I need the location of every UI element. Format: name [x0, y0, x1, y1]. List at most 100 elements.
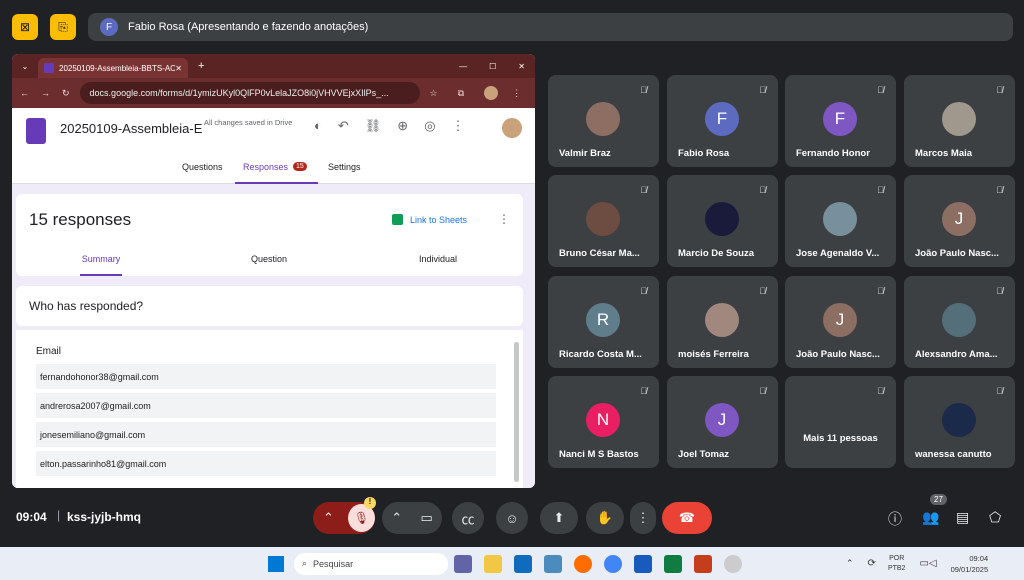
participant-tile[interactable]: 🎙̸ Valmir Braz — [548, 75, 659, 167]
meeting-time: 09:04 — [16, 510, 47, 524]
search-box[interactable]: ⌕ Pesquisar — [294, 552, 448, 575]
language-indicator[interactable]: POR PTB2 — [888, 554, 906, 574]
app-circle-icon[interactable] — [724, 554, 742, 573]
participant-name: moisés Ferreira — [678, 349, 749, 360]
participant-tile[interactable]: 🎙̸ F Fabio Rosa — [667, 75, 778, 167]
clock[interactable]: 09:04 09/01/2025 — [951, 553, 989, 575]
teams-icon[interactable] — [454, 554, 472, 573]
participant-avatar — [586, 102, 620, 136]
powerpoint-icon[interactable] — [694, 554, 712, 573]
emoji-button[interactable]: ☺ — [496, 502, 528, 534]
file-explorer-icon[interactable] — [484, 554, 502, 573]
word-icon[interactable] — [634, 554, 652, 573]
tray-chevron-icon[interactable]: ⌃ — [846, 558, 854, 569]
close-window-icon[interactable]: ✕ — [518, 62, 525, 71]
sync-icon[interactable]: ⟳ — [868, 558, 876, 569]
profile-avatar[interactable] — [484, 86, 499, 100]
participant-tile[interactable]: 🎙̸ R Ricardo Costa M... — [548, 276, 659, 368]
preview-icon[interactable]: ◎ — [424, 118, 435, 134]
participant-tile[interactable]: 🎙̸ Bruno César Ma... — [548, 175, 659, 267]
more-icon[interactable]: ⋮ — [452, 118, 465, 134]
maximize-icon[interactable]: ☐ — [489, 62, 496, 71]
firefox-icon[interactable] — [574, 554, 592, 573]
tab-responses[interactable]: Responses 15 — [235, 160, 318, 184]
participant-name: Bruno César Ma... — [559, 248, 640, 259]
mic-muted-icon: 🎙̸ — [877, 286, 884, 296]
participant-tile[interactable]: 🎙̸ J João Paulo Nasc... — [785, 276, 896, 368]
windows-start-icon[interactable] — [268, 555, 284, 572]
mic-muted-icon: 🎙̸ — [640, 386, 647, 396]
participant-name: Marcio De Souza — [678, 248, 755, 259]
leave-call-button[interactable]: ☎ — [662, 502, 712, 534]
raise-hand-button[interactable]: ✋ — [586, 502, 624, 534]
url-field[interactable]: docs.google.com/forms/d/1ymizUKyl0QlFP0v… — [79, 82, 420, 104]
bookmark-icon[interactable]: ☆ — [430, 88, 438, 99]
participant-tile[interactable]: 🎙̸ J Joel Tomaz — [667, 376, 778, 468]
email-header: Email — [36, 346, 62, 357]
add-collaborator-icon[interactable]: ⊕ — [397, 118, 408, 134]
captions-button[interactable]: ㏄ — [452, 502, 484, 534]
extensions-icon[interactable]: ⧉ — [458, 88, 464, 99]
outlook-icon[interactable] — [514, 554, 532, 573]
excel-icon[interactable] — [664, 554, 682, 573]
tab-questions[interactable]: Questions — [182, 162, 223, 172]
participant-tile[interactable]: 🎙̸ J João Paulo Nasc... — [904, 175, 1015, 267]
participant-tile[interactable]: 🎙̸ Mais 11 pessoas — [785, 376, 896, 468]
chrome-icon[interactable] — [604, 554, 622, 573]
participant-tile[interactable]: 🎙̸ moisés Ferreira — [667, 276, 778, 368]
more-options-button[interactable]: ⋮ — [630, 502, 656, 534]
subtab-individual[interactable]: Individual — [419, 254, 457, 264]
mic-muted-icon: 🎙̸ — [759, 85, 766, 95]
info-icon[interactable]: ⓘ — [888, 509, 902, 529]
tab-settings[interactable]: Settings — [328, 162, 361, 172]
form-header: 20250109-Assembleia-E All changes saved … — [12, 108, 535, 184]
participant-tile[interactable]: 🎙̸ N Nanci M S Bastos — [548, 376, 659, 468]
activities-icon[interactable]: ⬠ — [989, 509, 1001, 526]
mic-muted-icon: 🎙̸ — [640, 185, 647, 195]
link-sheets-label: Link to Sheets — [410, 214, 468, 225]
stop-presenting-icon[interactable]: ⊠ — [12, 14, 38, 40]
card-more-icon[interactable]: ⋮ — [498, 212, 510, 226]
participant-avatar — [586, 202, 620, 236]
participant-tile[interactable]: 🎙̸ F Fernando Honor — [785, 75, 896, 167]
account-avatar[interactable] — [502, 118, 522, 138]
subtab-question[interactable]: Question — [251, 254, 287, 264]
back-icon[interactable]: ← — [20, 88, 29, 98]
participant-tile[interactable]: 🎙̸ Marcos Maia — [904, 75, 1015, 167]
who-responded-title: Who has responded? — [29, 299, 144, 313]
new-tab-icon[interactable]: + — [198, 60, 204, 72]
mic-muted-icon: 🎙̸ — [996, 386, 1003, 396]
network-volume-icon[interactable]: ▭◁ — [919, 558, 936, 569]
browser-tab[interactable]: 20250109-Assembleia-BBTS-AC ✕ — [38, 58, 188, 78]
present-button[interactable]: ⬆ — [540, 502, 578, 534]
tab-menu-icon[interactable]: ⌄ — [12, 62, 38, 71]
minimize-icon[interactable]: — — [459, 62, 467, 71]
email-row: elton.passarinho81@gmail.com — [36, 451, 496, 476]
participant-name: wanessa canutto — [915, 449, 992, 460]
subtab-summary[interactable]: Summary — [80, 254, 122, 276]
reload-icon[interactable]: ↻ — [62, 88, 70, 99]
camera-control[interactable]: ⌃ ▭ — [382, 502, 442, 534]
participant-tile[interactable]: 🎙̸ wanessa canutto — [904, 376, 1015, 468]
link-icon[interactable]: ⛓ — [365, 118, 382, 134]
participant-name: Joel Tomaz — [678, 449, 730, 460]
palette-icon[interactable]: ◐ — [314, 118, 322, 134]
participant-avatar — [705, 303, 739, 337]
exit-icon[interactable]: ⎘ — [50, 14, 76, 40]
camera-icon[interactable]: ▭ — [420, 510, 432, 526]
people-icon[interactable]: 👥 — [922, 509, 939, 526]
participant-tile[interactable]: 🎙̸ Marcio De Souza — [667, 175, 778, 267]
chevron-up-icon[interactable]: ⌃ — [391, 510, 402, 526]
close-tab-icon[interactable]: ✕ — [175, 64, 182, 73]
undo-icon[interactable]: ↶ — [338, 118, 349, 134]
browser-menu-icon[interactable]: ⋮ — [512, 88, 521, 99]
scrollbar[interactable] — [514, 342, 519, 482]
participant-tile[interactable]: 🎙̸ Jose Agenaldo V... — [785, 175, 896, 267]
chat-icon[interactable]: ▤ — [956, 509, 969, 526]
app-icon[interactable] — [544, 554, 562, 573]
participant-avatar: J — [823, 303, 857, 337]
participant-tile[interactable]: 🎙̸ Alexsandro Ama... — [904, 276, 1015, 368]
chevron-up-icon[interactable]: ⌃ — [323, 510, 334, 526]
forward-icon[interactable]: → — [41, 88, 50, 98]
link-sheets-button[interactable]: Link to Sheets — [392, 214, 467, 225]
